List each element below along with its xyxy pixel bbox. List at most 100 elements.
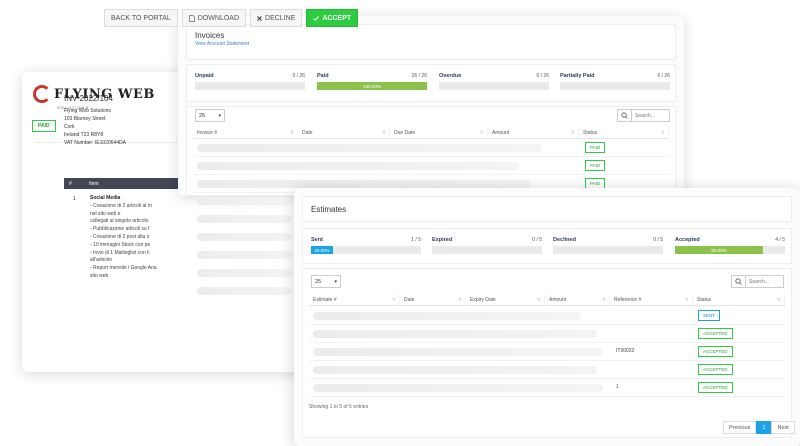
table-row[interactable]: PAID — [193, 139, 669, 157]
chevron-down-icon: ▾ — [334, 278, 337, 285]
progress-fill: 20.00% — [311, 246, 333, 254]
redacted-content — [313, 312, 581, 320]
check-icon — [313, 15, 320, 21]
col-header[interactable]: Date ⇅ — [298, 127, 390, 138]
close-icon — [257, 15, 262, 21]
col-header[interactable]: Amount ⇅ — [545, 294, 610, 305]
col-header-label: Amount — [549, 297, 567, 303]
col-header-label: Amount — [492, 130, 510, 136]
stat-label: Sent — [311, 237, 323, 243]
stat-label: Partially Paid — [560, 73, 595, 79]
progress-bar — [553, 246, 663, 254]
search-button[interactable] — [617, 109, 632, 122]
col-header-label: Status — [697, 297, 712, 303]
col-header-label: Expiry Date — [470, 297, 496, 303]
redacted-content — [313, 384, 603, 392]
col-header[interactable]: Amount ⇅ — [488, 127, 579, 138]
progress-bar — [560, 82, 670, 90]
stat-expired: Expired 0 / 5 — [432, 237, 542, 254]
col-header-label: Status — [583, 130, 598, 136]
page-length-value: 25 — [199, 112, 206, 119]
table-row[interactable]: ACCEPTED — [309, 361, 785, 379]
page-length-value: 25 — [315, 278, 322, 285]
page-1-button[interactable]: 1 — [756, 421, 772, 434]
invoice-stats: Unpaid 0 / 26 Paid 26 / 26 100.00% Overd… — [186, 64, 676, 102]
back-to-portal-button[interactable]: BACK TO PORTAL — [104, 9, 178, 27]
back-label: BACK TO PORTAL — [111, 14, 171, 22]
col-header[interactable]: Due Date ⇅ — [390, 127, 488, 138]
next-page-button[interactable]: Next — [771, 421, 795, 434]
page-length-select[interactable]: 25 ▾ — [311, 275, 341, 288]
table-row[interactable]: 1 ACCEPTED — [309, 379, 785, 397]
estimate-stats: Sent 1 / 5 20.00% Expired 0 / 5 Declined… — [302, 228, 792, 264]
status-badge: PAID — [585, 160, 606, 171]
search-box — [731, 275, 784, 288]
page-length-select[interactable]: 25 ▾ — [195, 109, 225, 122]
search-icon — [735, 278, 742, 285]
stat-count: 0 / 5 — [653, 237, 663, 243]
invoices-title: Invoices — [195, 31, 225, 40]
redacted-content — [197, 251, 292, 259]
stat-partially-paid: Partially Paid 0 / 26 — [560, 73, 670, 90]
status-badge: ACCEPTED — [698, 346, 733, 357]
progress-fill: 80.00% — [675, 246, 763, 254]
table-row[interactable]: IT00032 ACCEPTED — [309, 343, 785, 361]
progress-bar: 80.00% — [675, 246, 785, 254]
sort-icon: ⇅ — [536, 297, 541, 303]
address-line: 103 Blarney Street — [64, 116, 106, 122]
col-header-label: Estimate # — [313, 297, 337, 303]
col-header[interactable]: Status ⇅ — [579, 127, 669, 138]
company-name: Flying Web Solutions — [64, 108, 111, 114]
stat-count: 0 / 26 — [292, 73, 305, 79]
col-header[interactable]: Status ⇅ — [693, 294, 785, 305]
sort-icon: ⇅ — [457, 297, 462, 303]
reference-number: IT00032 — [616, 348, 635, 354]
col-header[interactable]: Reference # ⇅ — [610, 294, 693, 305]
stat-count: 0 / 5 — [532, 237, 542, 243]
estimates-table-header: Estimate # ⇅ Date ⇅ Expiry Date ⇅ Amount ⇅ R… — [309, 294, 785, 306]
col-header[interactable]: Estimate # ⇅ — [309, 294, 400, 305]
status-badge: ACCEPTED — [698, 364, 733, 375]
estimates-title: Estimates — [311, 205, 347, 214]
download-button[interactable]: DOWNLOAD — [181, 9, 247, 27]
table-row[interactable]: SENT — [309, 307, 785, 325]
redacted-content — [197, 180, 531, 188]
status-badge: ACCEPTED — [698, 382, 733, 393]
col-header[interactable]: Date ⇅ — [400, 294, 466, 305]
redacted-content — [197, 287, 292, 295]
search-button[interactable] — [731, 275, 746, 288]
stat-label: Accepted — [675, 237, 700, 243]
account-statement-link[interactable]: View Account Statement — [195, 41, 249, 47]
sort-icon: ⇅ — [479, 130, 484, 136]
table-row[interactable]: PAID — [193, 157, 669, 175]
stat-label: Overdue — [439, 73, 462, 79]
col-header[interactable]: Invoice # ⇅ — [193, 127, 298, 138]
redacted-content — [197, 233, 292, 241]
col-header-label: Date — [404, 297, 415, 303]
redacted-content — [313, 366, 597, 374]
table-row[interactable]: ACCEPTED — [309, 325, 785, 343]
search-input[interactable] — [632, 109, 670, 122]
stat-overdue: Overdue 0 / 26 — [439, 73, 549, 90]
stat-count: 1 / 5 — [411, 237, 421, 243]
search-input[interactable] — [746, 275, 784, 288]
estimates-panel: Estimates Sent 1 / 5 20.00% Expired 0 / … — [294, 188, 800, 446]
invoice-address: Flying Web Solutions 103 Blarney Street … — [64, 107, 126, 147]
decline-button[interactable]: DECLINE — [250, 9, 303, 27]
stat-label: Expired — [432, 237, 453, 243]
stat-unpaid: Unpaid 0 / 26 — [195, 73, 305, 90]
progress-bar — [432, 246, 542, 254]
col-header[interactable]: Expiry Date ⇅ — [466, 294, 545, 305]
estimates-table-area: 25 ▾ Estimate # ⇅ Date ⇅ Expiry Date ⇅ Amou… — [302, 268, 795, 438]
stat-accepted: Accepted 4 / 5 80.00% — [675, 237, 785, 254]
sort-icon: ⇅ — [776, 297, 781, 303]
stat-count: 26 / 26 — [411, 73, 427, 79]
progress-bar — [195, 82, 305, 90]
redacted-content — [197, 269, 292, 277]
sort-icon: ⇅ — [391, 297, 396, 303]
previous-page-button[interactable]: Previous — [723, 421, 757, 434]
accept-button[interactable]: ACCEPT — [306, 9, 359, 27]
search-icon — [621, 112, 628, 119]
address-line: Cork — [64, 124, 75, 130]
stat-paid: Paid 26 / 26 100.00% — [317, 73, 427, 90]
